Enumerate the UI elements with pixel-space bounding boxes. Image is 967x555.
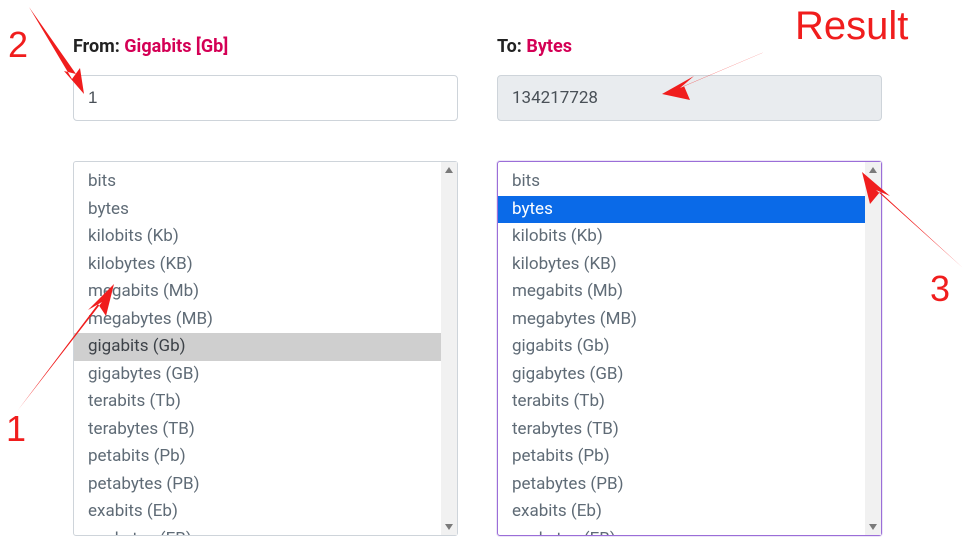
list-item[interactable]: gigabits (Gb)	[74, 333, 441, 361]
annotation-label-3: 3	[930, 268, 950, 310]
list-item[interactable]: kilobytes (KB)	[498, 251, 865, 279]
scroll-down-icon[interactable]	[865, 519, 881, 535]
scrollbar[interactable]	[441, 162, 457, 535]
list-item[interactable]: megabytes (MB)	[74, 306, 441, 334]
scrollbar[interactable]	[865, 162, 881, 535]
list-item[interactable]: petabits (Pb)	[498, 443, 865, 471]
list-item[interactable]: bytes	[498, 196, 865, 224]
scroll-up-icon[interactable]	[441, 162, 457, 178]
list-item[interactable]: kilobits (Kb)	[74, 223, 441, 251]
list-item[interactable]: gigabits (Gb)	[498, 333, 865, 361]
to-panel: To: Bytes 134217728 bitsbyteskilobits (K…	[497, 36, 882, 536]
list-item[interactable]: kilobits (Kb)	[498, 223, 865, 251]
from-label-row: From: Gigabits [Gb]	[73, 36, 458, 57]
from-value-input[interactable]	[73, 75, 458, 121]
list-item[interactable]: megabits (Mb)	[498, 278, 865, 306]
to-unit-list[interactable]: bitsbyteskilobits (Kb)kilobytes (KB)mega…	[497, 161, 882, 536]
list-item[interactable]: exabits (Eb)	[498, 498, 865, 526]
scroll-down-icon[interactable]	[441, 519, 457, 535]
annotation-label-result: Result	[795, 4, 908, 49]
to-value-output: 134217728	[497, 75, 882, 121]
list-item[interactable]: gigabytes (GB)	[498, 361, 865, 389]
list-item[interactable]: terabits (Tb)	[498, 388, 865, 416]
list-item[interactable]: exabytes (EB)	[74, 526, 441, 536]
list-item[interactable]: terabits (Tb)	[74, 388, 441, 416]
to-unit-label: Bytes	[526, 36, 572, 57]
list-item[interactable]: bits	[498, 168, 865, 196]
list-item[interactable]: exabits (Eb)	[74, 498, 441, 526]
list-item[interactable]: terabytes (TB)	[74, 416, 441, 444]
list-item[interactable]: petabits (Pb)	[74, 443, 441, 471]
annotation-label-1: 1	[6, 408, 26, 450]
list-item[interactable]: gigabytes (GB)	[74, 361, 441, 389]
list-item[interactable]: petabytes (PB)	[498, 471, 865, 499]
list-item[interactable]: petabytes (PB)	[74, 471, 441, 499]
to-label-prefix: To:	[497, 36, 522, 57]
from-unit-list[interactable]: bitsbyteskilobits (Kb)kilobytes (KB)mega…	[73, 161, 458, 536]
list-item[interactable]: bits	[74, 168, 441, 196]
from-unit-label: Gigabits [Gb]	[124, 36, 228, 57]
annotation-label-2: 2	[8, 24, 28, 66]
from-panel: From: Gigabits [Gb] bitsbyteskilobits (K…	[73, 36, 458, 536]
from-label-prefix: From:	[73, 36, 120, 57]
scroll-up-icon[interactable]	[865, 162, 881, 178]
list-item[interactable]: megabits (Mb)	[74, 278, 441, 306]
list-item[interactable]: terabytes (TB)	[498, 416, 865, 444]
list-item[interactable]: megabytes (MB)	[498, 306, 865, 334]
list-item[interactable]: bytes	[74, 196, 441, 224]
list-item[interactable]: exabytes (EB)	[498, 526, 865, 536]
list-item[interactable]: kilobytes (KB)	[74, 251, 441, 279]
